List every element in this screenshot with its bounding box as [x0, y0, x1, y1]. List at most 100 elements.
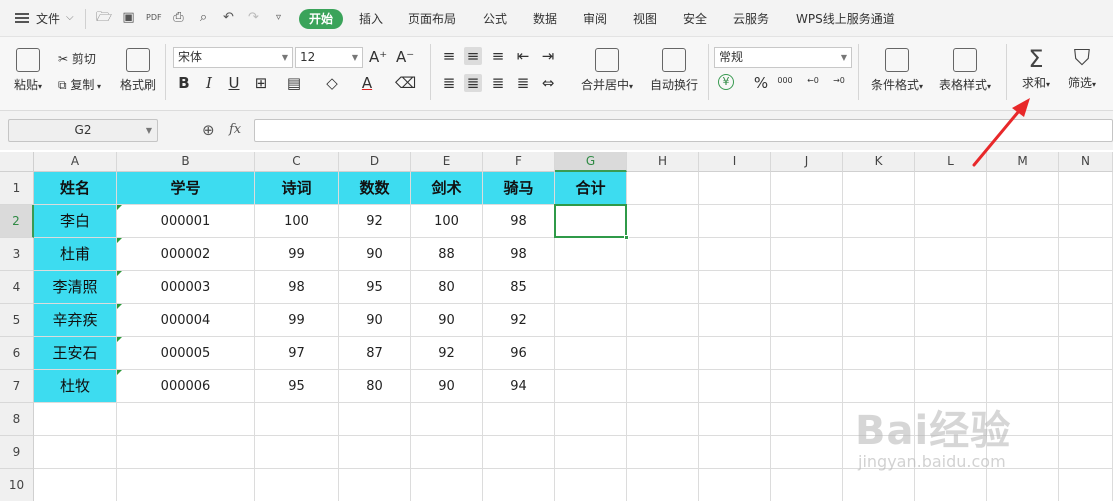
number-format-select[interactable]: 常规 ▼: [714, 47, 852, 68]
tab-cloud[interactable]: 云服务: [733, 10, 769, 27]
column-header-f[interactable]: F: [483, 152, 555, 172]
cell-c9[interactable]: [255, 436, 339, 469]
indent-decrease-icon[interactable]: ⇤: [514, 47, 532, 65]
cell-a10[interactable]: [34, 469, 117, 501]
cell-i8[interactable]: [699, 403, 771, 436]
row-header-9[interactable]: 9: [0, 436, 34, 469]
paste-button[interactable]: 粘贴▾: [10, 48, 46, 93]
cell-m10[interactable]: [987, 469, 1059, 501]
undo-icon[interactable]: ↶: [221, 11, 236, 25]
align-right-icon[interactable]: ≣: [489, 74, 507, 92]
cell-h10[interactable]: [627, 469, 699, 501]
cell-b4[interactable]: 000003: [117, 271, 255, 304]
column-header-j[interactable]: J: [771, 152, 843, 172]
cell-l4[interactable]: [915, 271, 987, 304]
cell-c2[interactable]: 100: [255, 205, 339, 238]
cell-a7[interactable]: 杜牧: [34, 370, 117, 403]
fill-handle[interactable]: [624, 235, 629, 240]
cell-i4[interactable]: [699, 271, 771, 304]
redo-icon[interactable]: ↷: [246, 11, 261, 25]
cell-b7[interactable]: 000006: [117, 370, 255, 403]
row-header-1[interactable]: 1: [0, 172, 34, 205]
cell-h7[interactable]: [627, 370, 699, 403]
conditional-format-button[interactable]: 条件格式▾: [866, 48, 928, 93]
cell-d3[interactable]: 90: [339, 238, 411, 271]
italic-button[interactable]: I: [200, 74, 218, 92]
cell-e10[interactable]: [411, 469, 483, 501]
cell-i10[interactable]: [699, 469, 771, 501]
cell-n7[interactable]: [1059, 370, 1113, 403]
align-middle-icon[interactable]: ≡: [464, 47, 482, 65]
cell-d10[interactable]: [339, 469, 411, 501]
cell-n6[interactable]: [1059, 337, 1113, 370]
decrease-decimal-icon[interactable]: →0: [830, 72, 848, 90]
cell-e2[interactable]: 100: [411, 205, 483, 238]
cell-k2[interactable]: [843, 205, 915, 238]
row-header-5[interactable]: 5: [0, 304, 34, 337]
font-name-select[interactable]: 宋体 ▼: [173, 47, 293, 68]
cell-e5[interactable]: 90: [411, 304, 483, 337]
cell-c4[interactable]: 98: [255, 271, 339, 304]
print-preview-icon[interactable]: ⌕: [196, 11, 211, 25]
cell-j1[interactable]: [771, 172, 843, 205]
cell-e7[interactable]: 90: [411, 370, 483, 403]
cell-k6[interactable]: [843, 337, 915, 370]
column-header-i[interactable]: I: [699, 152, 771, 172]
tab-security[interactable]: 安全: [683, 10, 707, 27]
cell-m4[interactable]: [987, 271, 1059, 304]
cell-c5[interactable]: 99: [255, 304, 339, 337]
cell-g7[interactable]: [555, 370, 627, 403]
cell-d9[interactable]: [339, 436, 411, 469]
tab-data[interactable]: 数据: [533, 10, 557, 27]
cell-j5[interactable]: [771, 304, 843, 337]
cell-m1[interactable]: [987, 172, 1059, 205]
cell-m6[interactable]: [987, 337, 1059, 370]
row-header-3[interactable]: 3: [0, 238, 34, 271]
cell-h9[interactable]: [627, 436, 699, 469]
cell-f1[interactable]: 骑马: [483, 172, 555, 205]
cell-b9[interactable]: [117, 436, 255, 469]
cell-b10[interactable]: [117, 469, 255, 501]
hamburger-menu-icon[interactable]: [15, 13, 29, 23]
increase-decimal-icon[interactable]: ←0: [804, 72, 822, 90]
tab-review[interactable]: 审阅: [583, 10, 607, 27]
cell-c7[interactable]: 95: [255, 370, 339, 403]
align-top-icon[interactable]: ≡: [440, 47, 458, 65]
table-style-button[interactable]: 表格样式▾: [934, 48, 996, 93]
cell-n3[interactable]: [1059, 238, 1113, 271]
cell-h4[interactable]: [627, 271, 699, 304]
cell-e6[interactable]: 92: [411, 337, 483, 370]
cell-l6[interactable]: [915, 337, 987, 370]
cell-h6[interactable]: [627, 337, 699, 370]
cell-n10[interactable]: [1059, 469, 1113, 501]
eraser-icon[interactable]: ⌫: [395, 74, 416, 92]
row-header-8[interactable]: 8: [0, 403, 34, 436]
cell-e8[interactable]: [411, 403, 483, 436]
column-header-c[interactable]: C: [255, 152, 339, 172]
cell-j8[interactable]: [771, 403, 843, 436]
cell-f4[interactable]: 85: [483, 271, 555, 304]
copy-button[interactable]: ⧉ 复制 ▾: [58, 76, 101, 93]
fill-color-icon[interactable]: ◇: [323, 74, 341, 92]
column-header-b[interactable]: B: [117, 152, 255, 172]
cell-g6[interactable]: [555, 337, 627, 370]
cell-a1[interactable]: 姓名: [34, 172, 117, 205]
cell-i7[interactable]: [699, 370, 771, 403]
row-header-2[interactable]: 2: [0, 205, 34, 238]
name-box[interactable]: G2 ▼: [8, 119, 158, 142]
cell-d7[interactable]: 80: [339, 370, 411, 403]
cell-i5[interactable]: [699, 304, 771, 337]
cell-d1[interactable]: 数数: [339, 172, 411, 205]
cell-k5[interactable]: [843, 304, 915, 337]
font-color-icon[interactable]: A: [358, 74, 376, 92]
cell-g10[interactable]: [555, 469, 627, 501]
cell-h1[interactable]: [627, 172, 699, 205]
cell-h5[interactable]: [627, 304, 699, 337]
zoom-search-icon[interactable]: ⊕: [202, 121, 215, 139]
column-header-d[interactable]: D: [339, 152, 411, 172]
cell-n4[interactable]: [1059, 271, 1113, 304]
cell-l3[interactable]: [915, 238, 987, 271]
indent-increase-icon[interactable]: ⇥: [539, 47, 557, 65]
cell-h3[interactable]: [627, 238, 699, 271]
cell-f2[interactable]: 98: [483, 205, 555, 238]
